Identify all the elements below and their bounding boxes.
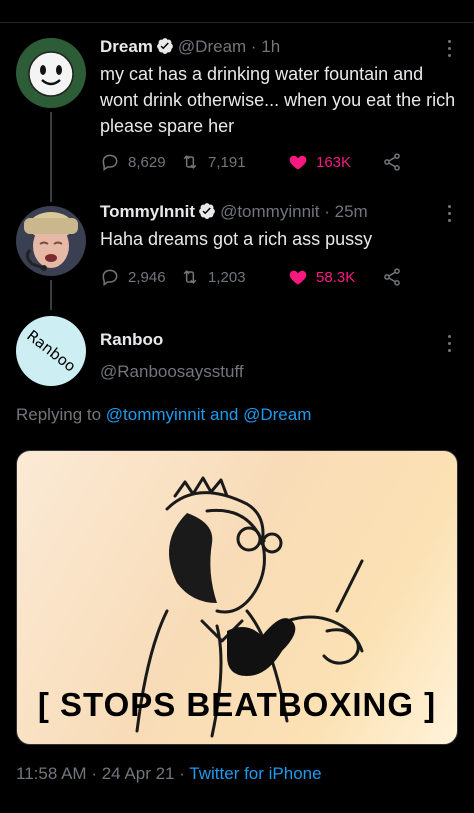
retweet-button[interactable]: 7,191 [180, 150, 246, 174]
reply-count: 8,629 [128, 153, 166, 171]
heart-icon [289, 270, 307, 285]
verified-badge-icon [157, 38, 173, 54]
avatar-ranboo[interactable]: Ranboo [16, 316, 86, 386]
like-button[interactable]: 163K [288, 150, 351, 174]
tweet-text: Haha dreams got a rich ass pussy [100, 229, 373, 249]
heart-icon [289, 155, 307, 170]
tweet-time[interactable]: 25m [335, 202, 368, 221]
verified-badge-icon [199, 203, 215, 219]
display-name[interactable]: TommyInnit [100, 202, 195, 221]
top-divider [0, 22, 474, 23]
like-button[interactable]: 58.3K [288, 265, 355, 289]
display-name[interactable]: Ranboo [100, 330, 163, 349]
tweet-text: my cat has a drinking water fountain and… [100, 64, 456, 136]
like-count: 58.3K [316, 268, 356, 286]
retweet-count: 1,203 [208, 268, 246, 286]
mention-tommyinnit[interactable]: @tommyinnit [106, 405, 205, 424]
retweet-icon [183, 270, 197, 284]
replying-and[interactable]: and [210, 405, 238, 424]
share-button[interactable] [382, 150, 402, 174]
retweet-count: 7,191 [208, 153, 246, 171]
replying-to: Replying to @tommyinnit and @Dream [16, 405, 311, 425]
reply-button[interactable]: 8,629 [100, 150, 166, 174]
retweet-button[interactable]: 1,203 [180, 265, 246, 289]
main-display-name: Ranboo [100, 330, 163, 350]
tweet-timestamp[interactable]: 11:58 AM [16, 764, 87, 783]
mention-dream[interactable]: @Dream [243, 405, 311, 424]
more-icon[interactable] [446, 203, 452, 223]
more-icon[interactable] [446, 333, 452, 353]
tweet-image[interactable]: [ STOPS BEATBOXING ] [16, 450, 458, 745]
share-button[interactable] [382, 265, 402, 289]
tweet-header: TommyInnit @tommyinnit · 25m [100, 202, 368, 221]
avatar-tommyinnit[interactable] [16, 206, 86, 276]
reply-count: 2,946 [128, 268, 166, 286]
retweet-icon [183, 155, 197, 169]
tweet-header: Dream @Dream · 1h [100, 37, 281, 56]
avatar-dream[interactable] [16, 38, 86, 108]
thread-line [50, 280, 52, 310]
display-name[interactable]: Dream [100, 37, 153, 56]
user-handle[interactable]: @tommyinnit [220, 202, 319, 221]
tweet-time[interactable]: 1h [261, 37, 280, 56]
tweet-actions: 8,629 7,191 163K [100, 150, 410, 174]
share-icon [384, 268, 400, 286]
tweet-date[interactable]: 24 Apr 21 [102, 764, 175, 783]
tweet-source[interactable]: Twitter for iPhone [189, 764, 321, 783]
reply-icon [102, 269, 118, 286]
reply-icon [102, 154, 118, 171]
replying-prefix: Replying to [16, 405, 102, 424]
main-handle-row: @Ranboosaysstuff [100, 362, 244, 382]
media-caption: [ STOPS BEATBOXING ] [37, 686, 437, 723]
more-icon[interactable] [446, 38, 452, 58]
thread-line [50, 112, 52, 202]
reply-button[interactable]: 2,946 [100, 265, 166, 289]
share-icon [384, 153, 400, 171]
avatar-lettering: Ranboo [23, 326, 79, 376]
user-handle[interactable]: @Ranboosaysstuff [100, 362, 244, 381]
user-handle[interactable]: @Dream [178, 37, 246, 56]
tweet-actions: 2,946 1,203 58.3K [100, 265, 410, 289]
tweet-meta: 11:58 AM · 24 Apr 21 · Twitter for iPhon… [16, 764, 322, 783]
like-count: 163K [316, 153, 352, 171]
